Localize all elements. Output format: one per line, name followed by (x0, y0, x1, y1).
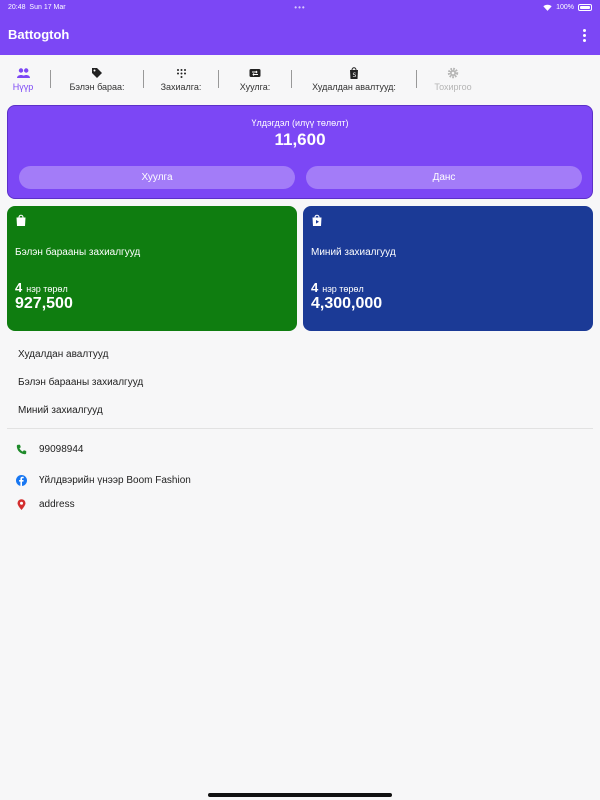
tab-label: Худалдан авалтууд: (312, 82, 396, 92)
tab-statement[interactable]: Хуулга: (219, 62, 291, 98)
card-total: 927,500 (15, 295, 73, 312)
status-right: 100% (543, 3, 592, 11)
address-text: address (39, 498, 75, 510)
phone-icon (15, 443, 27, 455)
tab-orders[interactable]: Захиалга: (144, 62, 218, 98)
account-button[interactable]: Данс (306, 166, 582, 189)
section-divider (7, 428, 593, 429)
shopping-bag-icon (16, 214, 26, 226)
card-count: 4 нэр төрөл (311, 280, 364, 295)
battery-icon (578, 3, 592, 11)
status-time: 20:48 Sun 17 Mar (8, 3, 66, 11)
balance-label: Үлдэгдэл (илүү төлөлт) (251, 118, 349, 128)
card-title: Миний захиалгууд (311, 247, 396, 258)
card-count-label: нэр төрөл (322, 284, 364, 294)
tab-home[interactable]: Нүүр (0, 62, 46, 98)
statement-button[interactable]: Хуулга (19, 166, 295, 189)
tab-label: Хуулга: (239, 82, 271, 92)
tag-icon (90, 66, 104, 80)
tab-label: Бэлэн бараа: (69, 82, 125, 92)
people-icon (16, 66, 30, 80)
battery-percent: 100% (556, 3, 574, 11)
wifi-icon (543, 4, 552, 11)
app-title: Battogtoh (8, 27, 70, 42)
dialpad-icon (174, 66, 188, 80)
shopping-bag-play-icon (312, 214, 322, 226)
tab-ready-goods[interactable]: Бэлэн бараа: (51, 62, 143, 98)
app-bar: 20:48 Sun 17 Mar ••• 100% Battogtoh (0, 0, 600, 55)
link-my-orders[interactable]: Миний захиалгууд (0, 396, 600, 424)
link-purchases[interactable]: Худалдан авалтууд (0, 340, 600, 368)
shop-icon: S (347, 66, 361, 80)
card-count: 4 нэр төрөл (15, 280, 68, 295)
card-count-number: 4 (311, 280, 319, 295)
tab-purchases[interactable]: S Худалдан авалтууд: (292, 62, 416, 98)
balance-card: Үлдэгдэл (илүү төлөлт) 11,600 Хуулга Дан… (7, 105, 593, 199)
card-count-label: нэр төрөл (26, 284, 68, 294)
location-pin-icon (15, 498, 27, 510)
gear-icon (446, 66, 460, 80)
tab-label: Тохиргоо (434, 82, 472, 92)
tab-label: Нүүр (12, 82, 34, 92)
facebook-icon (15, 474, 27, 486)
tab-label: Захиалга: (160, 82, 202, 92)
balance-value: 11,600 (274, 130, 326, 149)
card-count-number: 4 (15, 280, 23, 295)
card-total: 4,300,000 (311, 295, 383, 312)
multitask-dots-icon: ••• (294, 2, 306, 12)
card-title: Бэлэн барааны захиалгууд (15, 247, 141, 258)
facebook-page-name: Үйлдвэрийн үнээр Boom Fashion (39, 474, 191, 486)
home-indicator[interactable] (208, 793, 392, 797)
tab-bar: Нүүр Бэлэн бараа: Захиалга: Хуулга: S Ху… (0, 62, 600, 98)
contact-phone[interactable]: 99098944 (0, 437, 600, 461)
transfer-icon (248, 66, 262, 80)
my-orders-card[interactable]: Миний захиалгууд 4 нэр төрөл 4,300,000 (303, 206, 593, 331)
contact-address[interactable]: address (0, 492, 600, 516)
ready-goods-orders-card[interactable]: Бэлэн барааны захиалгууд 4 нэр төрөл 927… (7, 206, 297, 331)
status-bar: 20:48 Sun 17 Mar ••• 100% (0, 0, 600, 14)
quick-links: Худалдан авалтууд Бэлэн барааны захиалгу… (0, 340, 600, 424)
link-ready-goods-orders[interactable]: Бэлэн барааны захиалгууд (0, 368, 600, 396)
contact-facebook[interactable]: Үйлдвэрийн үнээр Boom Fashion (0, 468, 600, 492)
more-menu-icon[interactable] (576, 26, 592, 44)
svg-text:S: S (353, 72, 357, 79)
phone-number: 99098944 (39, 443, 84, 455)
tab-settings[interactable]: Тохиргоо (417, 62, 489, 98)
